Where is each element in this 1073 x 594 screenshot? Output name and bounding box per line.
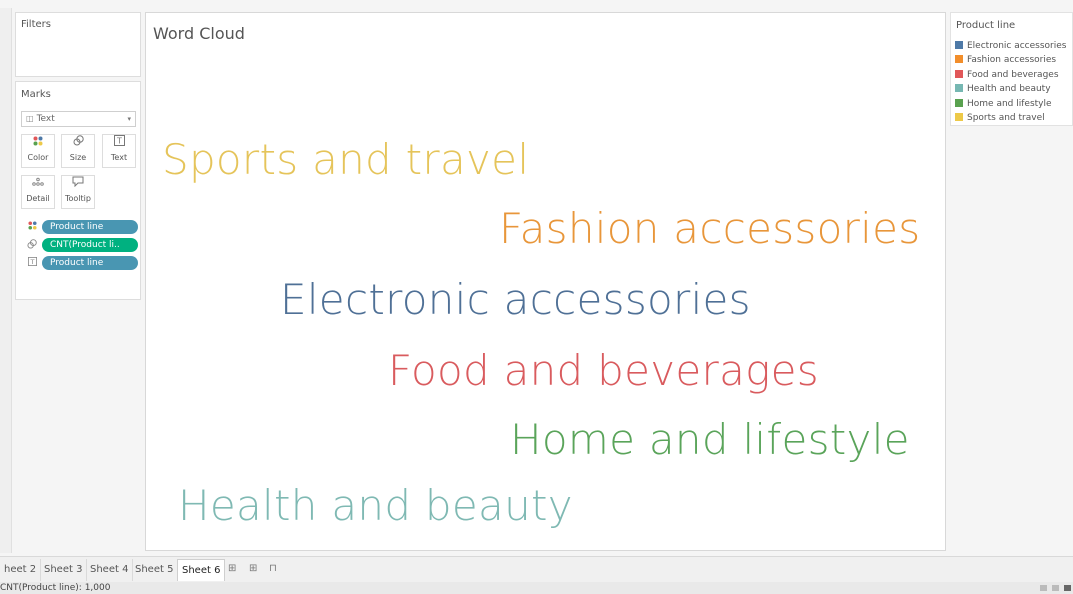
size-button[interactable]: Size bbox=[61, 134, 95, 168]
legend-item[interactable]: Food and beverages bbox=[955, 70, 1059, 82]
left-edge-strip bbox=[0, 8, 12, 553]
legend-item-label: Home and lifestyle bbox=[967, 99, 1052, 109]
legend-swatch bbox=[955, 113, 963, 121]
worksheet-view[interactable]: Word Cloud Sports and travel Fashion acc… bbox=[145, 12, 946, 551]
status-text: CNT(Product line): 1,000 bbox=[0, 583, 111, 593]
legend-swatch bbox=[955, 55, 963, 63]
legend-item[interactable]: Electronic accessories bbox=[955, 41, 1066, 53]
legend-item[interactable]: Health and beauty bbox=[955, 84, 1051, 96]
color-dots-icon bbox=[22, 135, 54, 152]
grid-view-icon[interactable] bbox=[1040, 585, 1047, 591]
mark-type-dropdown[interactable]: ◫ Text ▾ bbox=[21, 111, 136, 127]
word-home-and-lifestyle[interactable]: Home and lifestyle bbox=[510, 415, 910, 464]
text-button[interactable]: T Text bbox=[102, 134, 136, 168]
product-line-color-pill[interactable]: Product line bbox=[42, 220, 138, 234]
tooltip-icon bbox=[62, 176, 94, 193]
tab-sheet-5[interactable]: Sheet 5 bbox=[131, 559, 179, 581]
word-health-and-beauty[interactable]: Health and beauty bbox=[178, 481, 573, 530]
filters-title: Filters bbox=[21, 19, 51, 30]
new-worksheet-icon[interactable]: ⊞ bbox=[228, 563, 236, 574]
color-pill-row: Product line bbox=[22, 220, 138, 234]
sheet-tab-bar: heet 2 Sheet 3 Sheet 4 Sheet 5 Sheet 6 ⊞… bbox=[0, 556, 1073, 582]
marks-title: Marks bbox=[21, 89, 51, 100]
legend-swatch bbox=[955, 41, 963, 49]
word-food-and-beverages[interactable]: Food and beverages bbox=[388, 346, 819, 395]
filmstrip-view-icon[interactable] bbox=[1064, 585, 1071, 591]
word-electronic-accessories[interactable]: Electronic accessories bbox=[280, 275, 751, 324]
text-mark-icon: ◫ bbox=[26, 114, 34, 123]
marks-card: Marks ◫ Text ▾ Color Size T Text Detail T… bbox=[15, 81, 141, 300]
text-button-label: Text bbox=[110, 153, 128, 162]
legend-item-label: Electronic accessories bbox=[967, 41, 1067, 51]
svg-text:T: T bbox=[116, 137, 122, 146]
tab-sheet-3[interactable]: Sheet 3 bbox=[40, 559, 88, 581]
legend-item[interactable]: Home and lifestyle bbox=[955, 99, 1052, 111]
new-story-icon[interactable]: ⊓ bbox=[269, 563, 277, 574]
detail-button[interactable]: Detail bbox=[21, 175, 55, 209]
tab-sheet-6[interactable]: Sheet 6 bbox=[177, 559, 226, 581]
chevron-down-icon: ▾ bbox=[127, 115, 131, 123]
word-sports-and-travel[interactable]: Sports and travel bbox=[162, 135, 529, 184]
legend-swatch bbox=[955, 84, 963, 92]
legend-swatch bbox=[955, 99, 963, 107]
size-icon bbox=[62, 135, 94, 152]
legend-item[interactable]: Sports and travel bbox=[955, 113, 1045, 125]
legend-item-label: Sports and travel bbox=[967, 113, 1045, 123]
color-button-label: Color bbox=[27, 153, 49, 162]
text-box-icon: T bbox=[26, 257, 38, 268]
color-dots-icon bbox=[26, 221, 38, 232]
tab-sheet-4[interactable]: Sheet 4 bbox=[86, 559, 134, 581]
color-button[interactable]: Color bbox=[21, 134, 55, 168]
cnt-product-line-size-pill[interactable]: CNT(Product li.. bbox=[42, 238, 138, 252]
tooltip-button-label: Tooltip bbox=[65, 194, 91, 203]
size-button-label: Size bbox=[69, 153, 87, 162]
text-box-icon: T bbox=[103, 135, 135, 152]
legend-item-label: Fashion accessories bbox=[967, 55, 1057, 65]
filters-shelf[interactable]: Filters bbox=[15, 12, 141, 77]
size-icon bbox=[26, 239, 38, 251]
legend-swatch bbox=[955, 70, 963, 78]
text-pill-row: T Product line bbox=[22, 256, 138, 270]
sheet-title: Word Cloud bbox=[153, 24, 245, 43]
legend-item-label: Health and beauty bbox=[967, 84, 1051, 94]
detail-dots-icon bbox=[22, 176, 54, 193]
legend-item-label: Food and beverages bbox=[967, 70, 1059, 80]
legend-item[interactable]: Fashion accessories bbox=[955, 55, 1056, 67]
color-legend: Product line Electronic accessories Fash… bbox=[950, 12, 1073, 126]
tooltip-button[interactable]: Tooltip bbox=[61, 175, 95, 209]
detail-button-label: Detail bbox=[26, 194, 50, 203]
new-dashboard-icon[interactable]: ⊞ bbox=[249, 563, 257, 574]
mark-type-value: Text bbox=[36, 114, 55, 124]
tab-sheet-2[interactable]: heet 2 bbox=[0, 559, 42, 581]
svg-text:T: T bbox=[29, 258, 35, 266]
list-view-icon[interactable] bbox=[1052, 585, 1059, 591]
product-line-text-pill[interactable]: Product line bbox=[42, 256, 138, 270]
status-bar: CNT(Product line): 1,000 bbox=[0, 582, 1073, 594]
size-pill-row: CNT(Product li.. bbox=[22, 238, 138, 252]
legend-title: Product line bbox=[956, 20, 1016, 31]
word-fashion-accessories[interactable]: Fashion accessories bbox=[499, 204, 920, 253]
